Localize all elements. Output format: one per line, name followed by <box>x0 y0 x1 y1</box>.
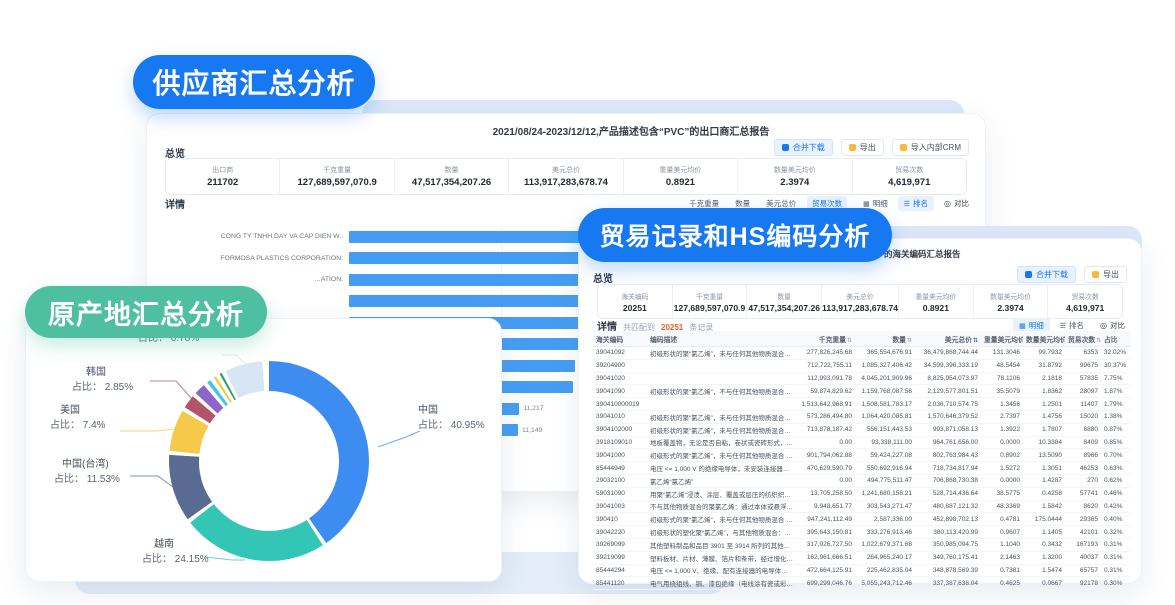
stat-6: 贸易次数4,619,971 <box>852 159 966 194</box>
table-row[interactable]: 3904100000191,513,642,968.911,508,581,78… <box>593 398 1131 411</box>
table-row[interactable]: 39204900712,722,755.111,085,327,406.4234… <box>593 359 1131 372</box>
report-title: 2021/08/24-2023/12/12,产品描述包含“PVC”的出口商汇总报… <box>147 123 985 138</box>
table-row[interactable]: 3918109010地板覆盖物，无论是否自粘，卷状或瓷砖形式，以及墙壁或天花板覆… <box>593 436 1131 449</box>
table-row[interactable]: 85444294电压 <= 1,000 V、绝缘、配有连接器的电导体，其他：电压… <box>593 564 1131 577</box>
origin-donut-chart <box>26 319 501 581</box>
stat-3: 美元总价113,917,283,678.74 <box>508 159 622 194</box>
callout-leader-line <box>120 429 174 431</box>
callout-leader-line <box>222 355 245 363</box>
merge-download-button[interactable]: 合并下载 <box>1017 266 1076 283</box>
origin-analysis-card: 中国 占比： 40.95% 越南 占比： 24.15% 中国(台湾) 占比： 1… <box>25 318 502 582</box>
bar-category-label: CONG TY TNHH DAY VA CAP DIEN W.. <box>165 233 349 240</box>
hs-code-table: 海关编码编码描述千克重量⇅数量⇅美元总价⇅重量美元均价数量美元均价贸易次数⇅占比… <box>593 331 1131 590</box>
export-icon <box>849 144 856 151</box>
stat-6: 贸易次数4,619,971 <box>1047 285 1122 318</box>
export-button[interactable]: 导出 <box>841 139 884 156</box>
view-toggle-rank[interactable]: ☰排名 <box>898 196 934 211</box>
bar-value-label: 11,217 <box>523 405 543 412</box>
table-row[interactable]: 39041092初级形状的聚“氯乙烯”，未与任何其他物质混合：其他：粉末277,… <box>593 347 1131 360</box>
table-row[interactable]: 39042220初级形状的塑化聚“氯乙烯”，与其他物质混合：颗粒395,643,… <box>593 526 1131 539</box>
detail-label: 详情 <box>165 196 185 211</box>
bar-category-label: …ATION. <box>165 276 349 283</box>
compare-button[interactable]: ◎ 对比 <box>944 198 969 209</box>
stat-0: 出口商211702 <box>166 159 279 194</box>
column-header: 占比 <box>1101 331 1131 347</box>
toolbar: 合并下载导出 <box>1017 266 1127 283</box>
bar-value-label: 11,149 <box>522 427 542 434</box>
sort-icon: ⇅ <box>847 338 852 344</box>
callout-leader-line <box>378 431 420 447</box>
column-header[interactable]: 千克重量⇅ <box>797 331 855 347</box>
sort-icon: ⇅ <box>907 338 912 344</box>
table-row[interactable]: 3904102000初级形状的聚“氯乙烯”，未与任何其他物质混合：悬浮级 PVC… <box>593 423 1131 436</box>
column-header: 编码描述 <box>647 331 797 347</box>
detail-view-icon: ▦ <box>863 200 870 208</box>
stat-2: 数量47,517,354,207.26 <box>746 285 821 318</box>
detail-view-icon: ▦ <box>1019 322 1026 330</box>
table-row[interactable]: 39041090初级形状的聚“氯乙烯”，不与任何其他物质混合：其他层（氯乙烯）…… <box>593 385 1131 398</box>
column-header[interactable]: 数量⇅ <box>855 331 915 347</box>
stat-5: 数量美元均价2.3974 <box>737 159 851 194</box>
table-row[interactable]: 39219099塑料板材、片材、薄膜、箔片和条带，经过增化、层压、支撑或与其他…… <box>593 551 1131 564</box>
sort-icon: ⇅ <box>973 338 978 344</box>
stat-1: 千克重量127,689,597,070.9 <box>672 285 747 318</box>
badge-trade-hs-analysis: 贸易记录和HS编码分析 <box>578 208 892 262</box>
table-row[interactable]: 29032100氯乙烯“氯乙烯”0.00494,775,511.47706,86… <box>593 474 1131 487</box>
column-header: 重量美元均价 <box>981 331 1023 347</box>
table-row[interactable]: 59031090用聚“氯乙烯”浸渍、涂层、覆盖或层压的纺织织物（不包括用聚“氯乙… <box>593 487 1131 500</box>
column-header[interactable]: 贸易次数⇅ <box>1065 331 1101 347</box>
table-row[interactable]: 390410初级形式的聚“氯乙烯”，未与任何其他物质混合 + 未提供详细标签 +… <box>593 513 1131 526</box>
download-icon <box>782 144 789 151</box>
table-row[interactable]: 39041000初级形式的聚“氯乙烯”，未与任何其他物质混合 + 未提供详细标签… <box>593 449 1131 462</box>
rank-view-icon: ☰ <box>1060 322 1066 330</box>
hs-code-report-card: 的海关编码汇总报告 合并下载导出 总览 海关编码20251千克重量127,689… <box>578 238 1142 584</box>
table-row[interactable]: 39041020112,993,091.784,045,201,909.968,… <box>593 372 1131 385</box>
compare-icon: ◎ <box>944 199 951 208</box>
merge-download-button[interactable]: 合并下载 <box>774 139 833 156</box>
donut-callout-vietnam: 越南 占比： 24.15% <box>142 537 209 567</box>
badge-origin-analysis: 原产地汇总分析 <box>25 286 267 338</box>
badge-supplier-analysis: 供应商汇总分析 <box>133 55 375 109</box>
compare-icon: ◎ <box>1100 321 1107 330</box>
column-header: 海关编码 <box>593 331 647 347</box>
stat-1: 千克重量127,689,597,070.9 <box>279 159 393 194</box>
toolbar: 合并下载导出导入内部CRM <box>774 139 969 156</box>
marketing-collage: 2021/08/24-2023/12/12,产品描述包含“PVC”的出口商汇总报… <box>0 0 1175 605</box>
stat-3: 美元总价113,917,283,678.74 <box>821 285 898 318</box>
export-icon <box>1092 271 1099 278</box>
compare-button[interactable]: ◎ 对比 <box>1100 320 1125 331</box>
table-row[interactable]: 39269099其他塑料制品和品目 3901 至 3914 所列的其他材料制品（… <box>593 538 1131 551</box>
donut-callout-taiwan: 中国(台湾) 占比： 11.53% <box>54 457 120 487</box>
table-header-row: 海关编码编码描述千克重量⇅数量⇅美元总价⇅重量美元均价数量美元均价贸易次数⇅占比 <box>593 331 1131 347</box>
download-icon <box>1025 271 1032 278</box>
callout-leader-line <box>150 381 192 399</box>
overview-stats: 海关编码20251千克重量127,689,597,070.9数量47,517,3… <box>597 284 1123 319</box>
column-header[interactable]: 美元总价⇅ <box>915 331 981 347</box>
report-title-fragment: 的海关编码汇总报告 <box>884 248 961 260</box>
table-row[interactable]: 39041010初级形状的聚“氯乙烯”，未与任何其他物质混合：乳液法 PVC 树… <box>593 410 1131 423</box>
import-icon <box>900 144 907 151</box>
donut-callout-usa: 美国 占比： 7.4% <box>50 403 106 433</box>
donut-callout-korea: 韩国 占比： 2.85% <box>72 365 133 395</box>
sort-icon: ⇅ <box>1096 338 1101 344</box>
callout-leader-line <box>206 557 245 560</box>
callout-leader-line <box>130 476 173 487</box>
stat-0: 海关编码20251 <box>598 285 672 318</box>
table-row[interactable]: 85444949电压 <= 1,000 V 的绝缘电导体，未安装连接器，其他导体… <box>593 462 1131 475</box>
table-row[interactable]: 39041003不与其他物质混合的聚氯乙烯：通过本体或悬浮聚合工艺获得的聚氯乙…… <box>593 500 1131 513</box>
export-button[interactable]: 导出 <box>1084 266 1127 283</box>
import-crm-button[interactable]: 导入内部CRM <box>892 139 969 156</box>
rank-view-icon: ☰ <box>904 200 910 208</box>
stat-4: 重量美元均价0.8921 <box>898 285 973 318</box>
bar-category-label: FORMOSA PLASTICS CORPORATION. <box>165 255 349 262</box>
column-header: 数量美元均价 <box>1023 331 1065 347</box>
overview-label: 总览 <box>593 270 613 285</box>
donut-callout-china: 中国 占比： 40.95% <box>418 403 485 433</box>
overview-stats: 出口商211702千克重量127,689,597,070.9数量47,517,3… <box>165 158 967 195</box>
stat-4: 重量美元均价0.8921 <box>623 159 737 194</box>
stat-2: 数量47,517,354,207.26 <box>394 159 508 194</box>
stat-5: 数量美元均价2.3974 <box>973 285 1048 318</box>
table-row[interactable]: 85441120电气用绕组线、铜、漆包绝缘（电线涂有瓷或彩瓷釉化）电线、电缆（包… <box>593 577 1131 590</box>
